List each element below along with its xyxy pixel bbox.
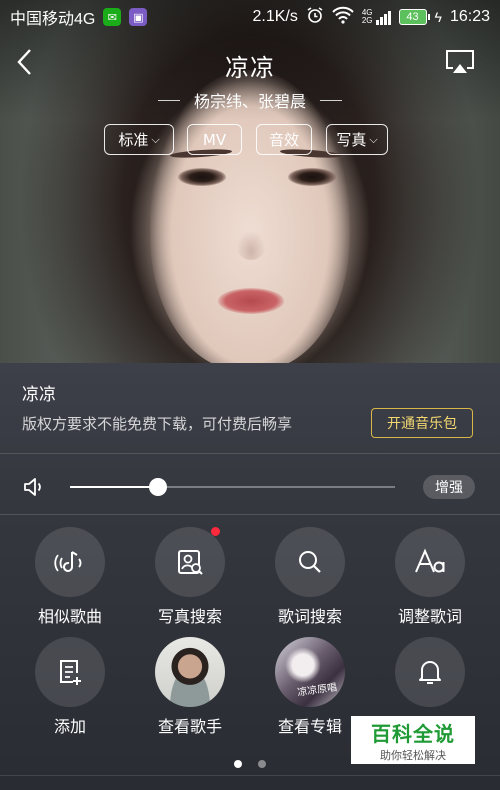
chip-label: 写真 — [336, 131, 367, 149]
action-label: 写真搜索 — [157, 607, 222, 626]
quality-chips: 标准 ⌵ MV 音效 写真 ⌵ — [0, 124, 500, 156]
eye-right — [288, 168, 336, 186]
alarm-icon — [306, 6, 324, 29]
divider — [0, 453, 500, 454]
lips — [218, 288, 284, 314]
add-playlist-icon — [35, 637, 105, 707]
watermark-subtitle: 助你轻松解决 — [380, 748, 446, 762]
chip-label: 标准 — [118, 131, 149, 149]
wifi-icon — [332, 6, 354, 29]
similar-songs-button[interactable]: 相似歌曲 — [10, 527, 130, 637]
action-label: 调整歌词 — [397, 607, 462, 626]
divider — [0, 514, 500, 515]
nose — [236, 230, 266, 260]
font-size-icon — [395, 527, 465, 597]
album-cover-text: 凉凉原唱 — [296, 682, 338, 699]
photo-mode-chip[interactable]: 写真 ⌵ — [326, 124, 388, 155]
chevron-down-icon: ⌵ — [369, 132, 378, 146]
photo-search-icon — [155, 527, 225, 597]
similar-songs-icon — [35, 527, 105, 597]
page-dot-2[interactable] — [258, 760, 266, 768]
net-speed: 2.1K/s — [252, 8, 298, 25]
lyrics-search-button[interactable]: 歌词搜索 — [250, 527, 370, 637]
cast-button[interactable] — [444, 48, 476, 76]
action-label: 查看歌手 — [157, 717, 222, 736]
adjust-lyrics-button[interactable]: 调整歌词 — [370, 527, 490, 637]
add-to-playlist-button[interactable]: 添加 — [10, 637, 130, 747]
volume-slider[interactable] — [70, 478, 395, 496]
search-icon — [275, 527, 345, 597]
singer-avatar — [155, 637, 225, 707]
divider-line — [157, 99, 180, 101]
divider-line — [320, 99, 342, 101]
eye-left — [178, 168, 226, 186]
chip-label: 音效 — [268, 131, 299, 149]
action-label: 添加 — [53, 717, 86, 736]
view-singer-button[interactable]: 查看歌手 — [130, 637, 250, 747]
battery-icon: 43 — [398, 9, 430, 25]
watermark-logo: 百科全说 助你轻松解决 — [351, 716, 475, 764]
charging-icon: ϟ — [434, 9, 442, 25]
status-bar: 中国移动4G ✉ ▣ 2.1K/s 4G 2G 43 ϟ 16:23 — [0, 0, 500, 34]
volume-icon[interactable] — [22, 475, 46, 499]
page-title: 凉凉 — [225, 54, 275, 82]
copyright-notice: 版权方要求不能免费下载，可付费后畅享 — [22, 415, 293, 433]
clock: 16:23 — [449, 8, 490, 25]
airplay-icon — [446, 50, 474, 73]
sound-effect-chip[interactable]: 音效 — [256, 124, 312, 155]
page-dot-1[interactable] — [234, 760, 242, 768]
quality-select-chip[interactable]: 标准 ⌵ — [104, 124, 174, 155]
artist-names[interactable]: 杨宗纬、张碧晨 — [194, 88, 306, 112]
volume-fill — [70, 486, 158, 488]
action-label: 相似歌曲 — [37, 607, 102, 626]
notification-badge — [211, 527, 220, 536]
song-info: 凉凉 版权方要求不能免费下载，可付费后畅享 开通音乐包 — [0, 363, 500, 453]
network-type: 4G 2G — [361, 8, 373, 25]
status-right: 2.1K/s 4G 2G 43 ϟ 16:23 — [252, 6, 490, 29]
boost-button[interactable]: 增强 — [423, 475, 475, 499]
action-label: 歌词搜索 — [277, 607, 342, 626]
artist-row: 杨宗纬、张碧晨 — [0, 88, 500, 112]
watermark-title: 百科全说 — [371, 721, 455, 746]
battery-level: 43 — [406, 11, 419, 23]
open-music-pack-button[interactable]: 开通音乐包 — [371, 408, 473, 438]
volume-knob[interactable] — [148, 478, 167, 496]
photo-search-button[interactable]: 写真搜索 — [130, 527, 250, 637]
mv-chip[interactable]: MV — [187, 124, 242, 155]
signal-icon: 4G 2G — [362, 9, 391, 25]
wechat-notification-icon: ✉ — [103, 8, 122, 26]
divider — [0, 775, 500, 776]
song-name: 凉凉 — [22, 385, 56, 405]
gallery-notification-icon: ▣ — [129, 8, 148, 26]
chip-label: MV — [202, 130, 227, 149]
carrier-label: 中国移动4G — [10, 11, 96, 28]
bell-icon — [395, 637, 465, 707]
chevron-down-icon: ⌵ — [151, 132, 160, 146]
album-cover: 凉凉原唱 — [275, 637, 345, 707]
